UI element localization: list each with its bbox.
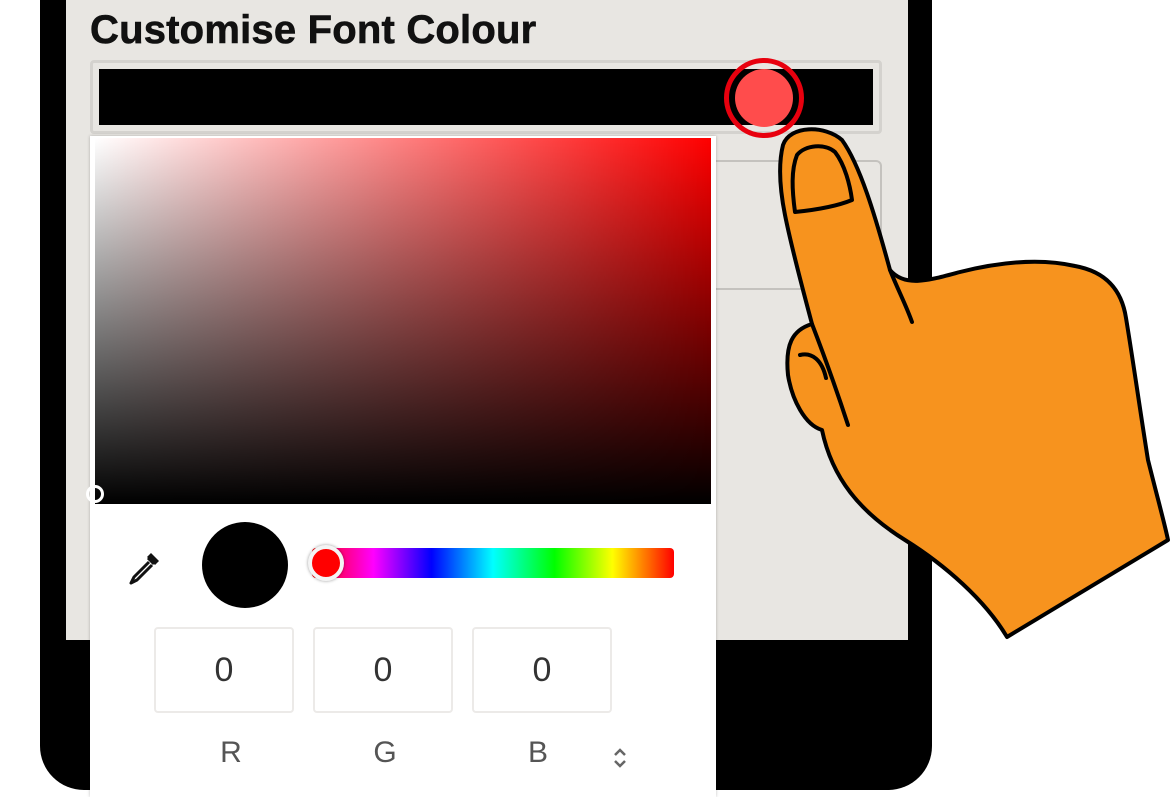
current-colour-preview [202,522,288,608]
hue-slider-handle[interactable] [308,545,344,581]
saturation-cursor[interactable] [86,485,104,503]
section-title: Customise Font Colour [90,8,537,53]
green-channel-input[interactable] [313,627,453,713]
red-channel-input[interactable] [154,627,294,713]
blue-channel-input[interactable] [472,627,612,713]
eyedropper-icon[interactable] [124,548,164,588]
pointing-hand-icon [778,127,1170,639]
red-channel-label: R [220,736,242,769]
green-channel-label: G [373,736,397,769]
colour-picker-popup: R G B [86,136,716,797]
blue-channel-label: B [527,736,548,769]
saturation-value-area[interactable] [86,138,711,504]
up-down-chevrons-icon[interactable] [612,745,628,771]
hue-slider[interactable] [312,548,674,578]
